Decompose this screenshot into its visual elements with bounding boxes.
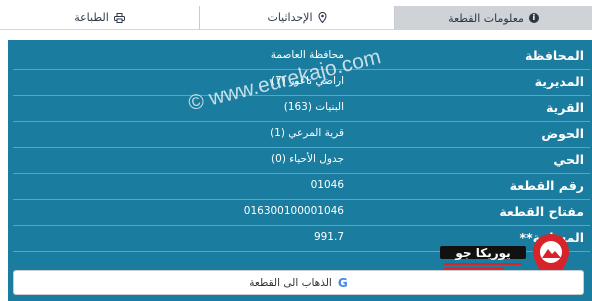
row-label: القرية	[545, 100, 584, 115]
location-pin-icon	[317, 12, 327, 23]
table-row: رقم القطعة 01046	[13, 174, 590, 200]
row-label: المحافظة	[524, 48, 584, 63]
row-value: جدول الأحياء (0)	[271, 153, 344, 165]
row-value: 01046	[310, 179, 344, 191]
table-row: القرية البنيات (163)	[13, 96, 590, 122]
printer-icon	[113, 12, 125, 23]
tab-bar: معلومات القطعة i الإحداثيات الطباعة	[0, 6, 592, 31]
go-to-plot-button[interactable]: الذهاب الى القطعة G	[13, 270, 584, 295]
tab-coordinates[interactable]: الإحداثيات	[199, 6, 395, 30]
row-label: رقم القطعة	[509, 178, 584, 193]
logo-wordmark: يوريكا جو	[440, 246, 526, 270]
go-to-plot-label: الذهاب الى القطعة	[249, 276, 332, 289]
svg-text:يوريكا جو: يوريكا جو	[454, 246, 510, 261]
row-value: قرية المرعي (1)	[270, 127, 344, 139]
tab-plot-info[interactable]: معلومات القطعة i	[395, 6, 592, 30]
google-icon: G	[337, 275, 348, 290]
row-value: 016300100001046	[243, 205, 344, 217]
table-row: الحي جدول الأحياء (0)	[13, 148, 590, 174]
tab-label: الإحداثيات	[267, 11, 313, 24]
tab-label: معلومات القطعة	[448, 11, 524, 25]
row-label: المديرية	[534, 74, 584, 89]
tab-label: الطباعة	[74, 11, 109, 24]
row-value: البنيات (163)	[283, 101, 344, 113]
row-label: الحي	[553, 152, 584, 167]
tab-print[interactable]: الطباعة	[0, 6, 199, 30]
row-label: الحوض	[541, 126, 584, 141]
table-row: مفتاح القطعة 016300100001046	[13, 200, 590, 226]
row-label: مفتاح القطعة	[499, 204, 584, 219]
info-icon: i	[528, 13, 539, 23]
table-row: الحوض قرية المرعي (1)	[13, 122, 590, 148]
row-value: 991.7	[313, 231, 344, 243]
